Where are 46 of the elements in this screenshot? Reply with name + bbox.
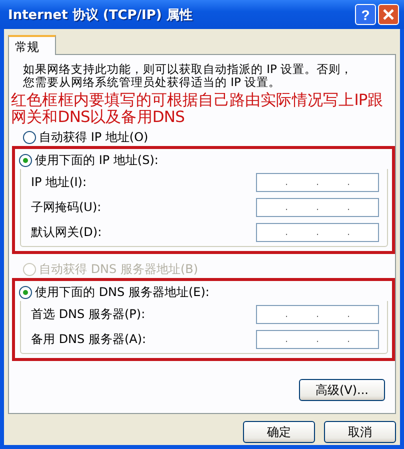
octet-separator: . [285,228,288,238]
close-icon [383,9,394,20]
octet-separator: . [285,334,288,344]
octet-separator: . [285,202,288,212]
radio-button[interactable] [19,154,32,166]
field-label: 备用 DNS 服务器(A): [31,331,146,348]
ip-address-field[interactable]: . . . [256,198,379,217]
radio-button[interactable] [23,130,36,144]
ip-address-field[interactable]: . . . [256,305,379,324]
intro-text: 您需要从网络系统管理员处获得适当的 IP 设置。 [23,76,281,89]
radio-label: 使用下面的 DNS 服务器地址(E): [35,284,210,300]
octet-separator: . [347,202,350,212]
window-title: Internet 协议 (TCP/IP) 属性 [8,6,192,24]
radio-option[interactable]: 使用下面的 DNS 服务器地址(E): [19,283,386,301]
ip-address-field[interactable]: . . . [256,223,379,242]
octet-separator: . [285,178,288,188]
octet-separator: . [316,178,319,188]
field-label: IP 地址(I): [31,174,87,191]
tab[interactable]: 常规 [8,35,56,55]
octet-separator: . [347,228,350,238]
octet-separator: . [316,334,319,344]
radio-button[interactable] [19,286,32,298]
octet-separator: . [316,310,319,320]
ip-address-field[interactable]: . . . [256,330,379,349]
dialog-button[interactable]: 取消 [324,421,396,443]
radio-label: 自动获得 DNS 服务器地址(B) [39,260,198,278]
field-label: 子网掩码(U): [31,199,102,216]
ip-address-field[interactable]: . . . [256,173,379,192]
advanced-button[interactable]: 高级(V)... [299,379,385,401]
field-label: 首选 DNS 服务器(P): [31,306,146,323]
help-button[interactable]: ? [355,4,376,25]
intro-text: 如果网络支持此功能，则可以获取自动指派的 IP 设置。否则， [23,63,353,76]
field-label: 默认网关(D): [31,224,102,241]
octet-separator: . [316,228,319,238]
radio-label: 使用下面的 IP 地址(S): [35,152,158,168]
octet-separator: . [347,310,350,320]
octet-separator: . [347,334,350,344]
octet-separator: . [285,310,288,320]
octet-separator: . [316,202,319,212]
radio-option[interactable]: 自动获得 IP 地址(O) [23,128,385,146]
annotation-text: 红色框框内要填写的可根据自己路由实际情况写上IP跟网关和DNS以及备用DNS [11,92,384,126]
octet-separator: . [347,178,350,188]
close-button[interactable] [378,4,399,25]
dialog-button[interactable]: 确定 [243,421,315,443]
radio-option[interactable]: 使用下面的 IP 地址(S): [19,151,386,169]
radio-label: 自动获得 IP 地址(O) [39,128,148,146]
